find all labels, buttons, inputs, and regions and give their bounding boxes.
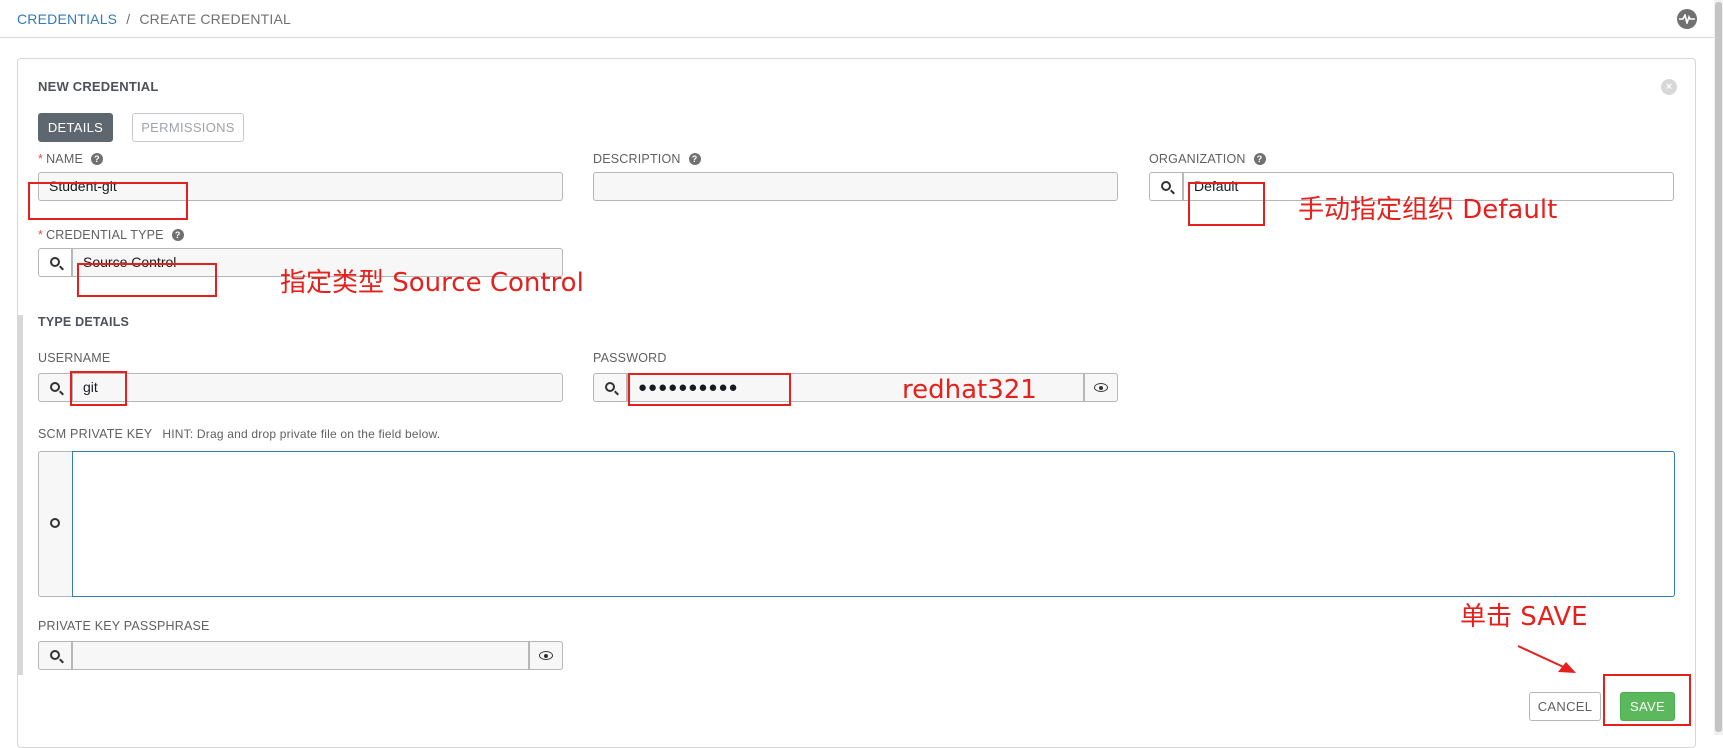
credential-type-annotation: 指定类型 Source Control xyxy=(280,268,584,298)
tab-details[interactable]: DETAILS xyxy=(38,113,113,142)
type-details-title: TYPE DETAILS xyxy=(38,315,130,329)
save-annotation: 单击 SAVE xyxy=(1460,602,1588,632)
password-label: PASSWORD xyxy=(593,351,667,365)
breadcrumb-separator: / xyxy=(126,11,131,27)
organization-lookup-button[interactable] xyxy=(1149,172,1183,201)
page-scrollbar[interactable] xyxy=(1714,0,1723,735)
eye-icon xyxy=(1094,383,1108,392)
show-password-button[interactable] xyxy=(1084,373,1118,402)
organization-annotation: 手动指定组织 Default xyxy=(1298,195,1558,225)
search-icon xyxy=(605,382,615,392)
new-credential-panel: NEW CREDENTIAL × DETAILS PERMISSIONS * NA… xyxy=(17,58,1696,748)
scm-private-key-label: SCM PRIVATE KEY HINT: Drag and drop priva… xyxy=(38,427,441,441)
passphrase-input[interactable] xyxy=(72,641,529,670)
help-icon[interactable]: ? xyxy=(688,153,701,165)
eye-icon xyxy=(539,651,553,660)
tab-permissions[interactable]: PERMISSIONS xyxy=(132,113,244,142)
credential-type-lookup-button[interactable] xyxy=(38,248,72,277)
organization-label: ORGANIZATION? xyxy=(1149,152,1266,166)
arrow-icon xyxy=(1517,645,1576,673)
activity-stream-icon[interactable] xyxy=(1677,9,1697,29)
passphrase-addon xyxy=(38,641,72,670)
save-button[interactable]: SAVE xyxy=(1620,692,1675,721)
search-icon xyxy=(50,518,60,528)
search-icon xyxy=(1161,181,1171,191)
help-icon[interactable]: ? xyxy=(171,229,184,241)
search-icon xyxy=(50,257,60,267)
name-label: * NAME? xyxy=(38,152,103,166)
panel-title: NEW CREDENTIAL xyxy=(38,79,159,94)
scm-private-key-textarea[interactable] xyxy=(72,451,1675,597)
username-label: USERNAME xyxy=(38,351,111,365)
password-annotation: redhat321 xyxy=(902,375,1037,405)
help-icon[interactable]: ? xyxy=(91,153,103,165)
description-label: DESCRIPTION? xyxy=(593,152,701,166)
help-icon[interactable]: ? xyxy=(1253,153,1266,165)
cancel-button[interactable]: CANCEL xyxy=(1529,692,1601,721)
description-input[interactable] xyxy=(593,172,1118,201)
credential-type-label: * CREDENTIAL TYPE? xyxy=(38,228,184,242)
top-bar: CREDENTIALS / CREATE CREDENTIAL xyxy=(0,0,1723,38)
scm-private-key-hint: HINT: Drag and drop private file on the … xyxy=(162,427,441,441)
breadcrumb-credentials-link[interactable]: CREDENTIALS xyxy=(17,11,117,27)
close-icon[interactable]: × xyxy=(1661,79,1677,95)
password-addon xyxy=(593,373,627,402)
show-passphrase-button[interactable] xyxy=(529,641,563,670)
breadcrumb: CREDENTIALS / CREATE CREDENTIAL xyxy=(17,11,291,27)
scrollbar-thumb[interactable] xyxy=(1715,2,1722,732)
breadcrumb-current: CREATE CREDENTIAL xyxy=(139,11,292,27)
passphrase-label: PRIVATE KEY PASSPHRASE xyxy=(38,619,210,633)
username-input[interactable]: git xyxy=(72,373,563,402)
search-icon xyxy=(50,382,60,392)
search-icon xyxy=(50,650,60,660)
name-input[interactable]: Student-git xyxy=(38,172,563,201)
type-details-border xyxy=(18,315,23,675)
username-addon xyxy=(38,373,72,402)
scm-key-addon xyxy=(38,451,73,597)
